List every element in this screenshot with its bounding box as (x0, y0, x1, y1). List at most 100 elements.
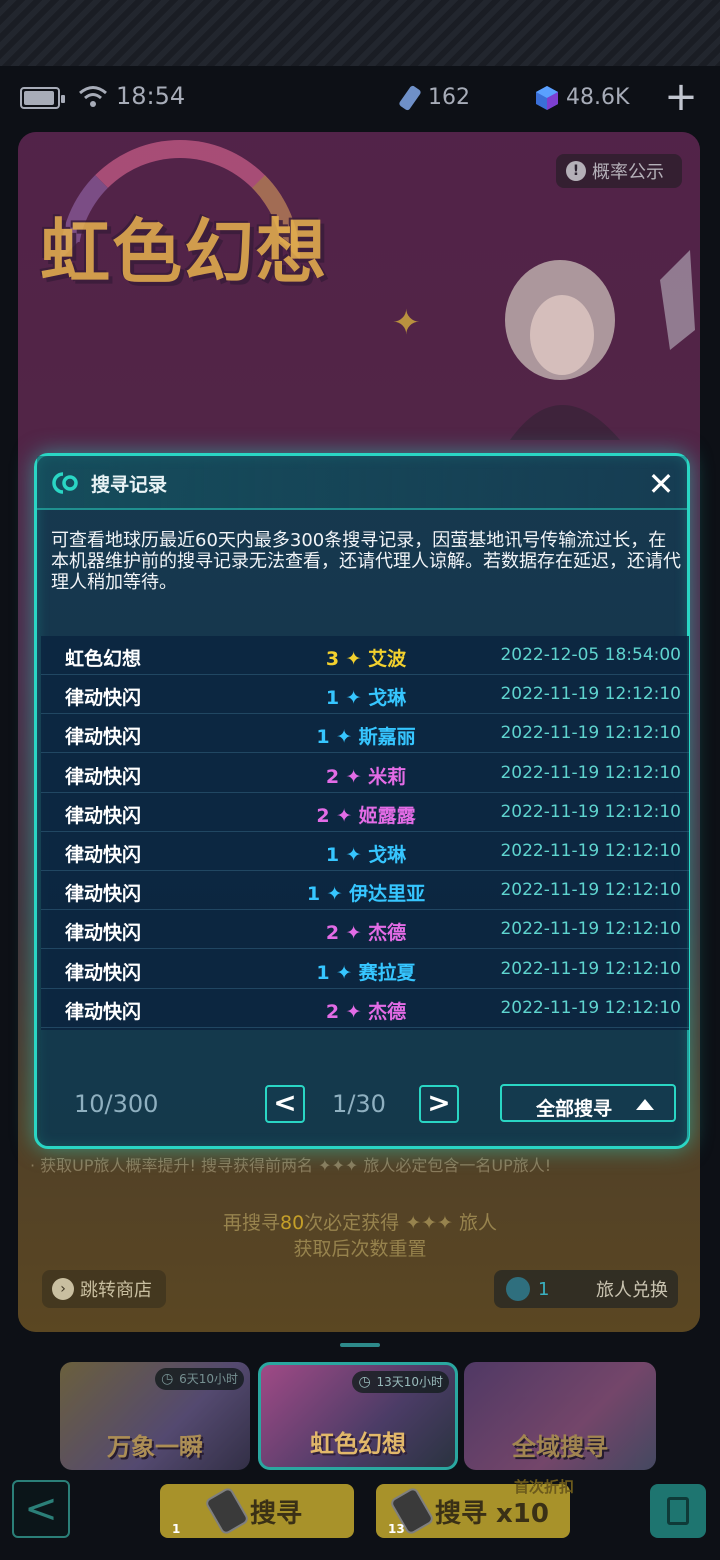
ticket-icon (203, 1486, 250, 1536)
record-result: 3 ✦ 艾波 (325, 648, 407, 670)
battery-icon (20, 87, 65, 109)
pity-prefix: 再搜寻 (222, 1212, 280, 1234)
dialog-title: 搜寻记录 (91, 474, 168, 496)
record-row: 律动快闪 1 ✦ 伊达里亚 2022-11-19 12:12:10 (41, 871, 689, 911)
add-currency-button[interactable]: + (664, 77, 698, 117)
ticket-count: 162 (428, 85, 470, 110)
pool-tab-2[interactable]: 13天10小时 虹色幻想 (258, 1362, 458, 1470)
record-pool: 律动快闪 (65, 844, 142, 866)
discount-badge: 首次折扣 (514, 1478, 575, 1496)
ticket-cost: 13 (388, 1522, 405, 1536)
record-result: 1 ✦ 戈琳 (325, 687, 407, 710)
pool-tabs-indicator (340, 1343, 380, 1347)
up-rate-info: · 获取UP旅人概率提升! 搜寻获得前两名 ✦✦✦ 旅人必定包含一名UP旅人! (30, 1156, 552, 1175)
record-row: 律动快闪 1 ✦ 戈琳 2022-11-19 12:12:10 (41, 832, 689, 871)
pool-tab-1[interactable]: 6天10小时 万象一瞬 (60, 1362, 250, 1470)
record-time: 2022-11-19 12:12:10 (500, 997, 681, 1018)
record-time: 2022-11-19 12:12:10 (500, 762, 681, 783)
pity-reset-note: 获取后次数重置 (293, 1238, 427, 1260)
record-pool: 律动快闪 (65, 687, 142, 710)
dialog-description: 可查看地球历最近60天内最多300条搜寻记录，因萤基地讯号传输流过长，在本机器维… (51, 530, 681, 593)
cube-gem-icon (536, 86, 558, 110)
search-once-button[interactable]: 1 搜寻 (160, 1484, 354, 1538)
record-time: 2022-11-19 12:12:10 (500, 880, 681, 901)
banner-title: 虹色幻想 (40, 211, 328, 293)
next-page-button[interactable]: > (419, 1085, 459, 1123)
record-time: 2022-11-19 12:12:10 (500, 684, 681, 705)
pool-tab-timer: 6天10小时 (155, 1368, 244, 1390)
record-pool: 律动快闪 (65, 804, 142, 827)
record-pool: 律动快闪 (65, 726, 142, 749)
record-row: 虹色幻想 3 ✦ 艾波 2022-12-05 18:54:00 (41, 636, 689, 675)
token-icon (506, 1277, 530, 1301)
ticket-cost: 1 (172, 1522, 181, 1536)
record-row: 律动快闪 2 ✦ 杰德 2022-11-19 12:12:10 (41, 989, 689, 1028)
game-logo-icon (52, 472, 78, 494)
filter-label: 全部搜寻 (536, 1098, 613, 1120)
exclamation-icon: ! (566, 161, 586, 181)
record-row: 律动快闪 1 ✦ 斯嘉丽 2022-11-19 12:12:10 (41, 714, 689, 754)
pool-tab-timer: 13天10小时 (352, 1371, 449, 1393)
record-pool: 律动快闪 (65, 765, 142, 788)
page-indicator: 1/30 (332, 1090, 386, 1118)
dialog-header: 搜寻记录 ✕ (37, 456, 687, 510)
exchange-count: 1 (538, 1278, 550, 1300)
pool-tab-label: 万象一瞬 (107, 1433, 203, 1461)
go-to-shop-button[interactable]: › 跳转商店 (42, 1270, 166, 1308)
record-row: 律动快闪 1 ✦ 赛拉夏 2022-11-19 12:12:10 (41, 950, 689, 989)
record-time: 2022-11-19 12:12:10 (500, 919, 681, 940)
record-time: 2022-11-19 12:12:10 (500, 958, 681, 979)
ticket-icon (399, 85, 421, 111)
record-pool: 律动快闪 (65, 961, 142, 984)
record-result: 1 ✦ 戈琳 (325, 844, 407, 866)
search-ten-label: 搜寻 x10 (434, 1498, 549, 1529)
record-row: 律动快闪 2 ✦ 米莉 2022-11-19 12:12:10 (41, 754, 689, 793)
traveler-exchange-button[interactable]: 1 旅人兑换 (494, 1270, 678, 1308)
record-time: 2022-11-19 12:12:10 (500, 841, 681, 861)
record-time: 2022-11-19 12:12:10 (500, 801, 681, 822)
search-records-dialog: 搜寻记录 ✕ 可查看地球历最近60天内最多300条搜寻记录，因萤基地讯号传输流过… (34, 453, 690, 1149)
record-time: 2022-12-05 18:54:00 (500, 645, 681, 665)
pool-tab-label: 全域搜寻 (512, 1433, 608, 1461)
pool-tab-3[interactable]: 全域搜寻 (464, 1362, 656, 1470)
pity-info: 再搜寻80次必定获得 ✦✦✦ 旅人 获取后次数重置 (0, 1210, 720, 1262)
pity-suffix: 次必定获得 ✦✦✦ 旅人 (304, 1212, 498, 1234)
record-pool: 虹色幻想 (65, 648, 142, 670)
record-pool: 律动快闪 (65, 1000, 142, 1023)
records-button[interactable] (650, 1484, 706, 1538)
prev-page-button[interactable]: < (265, 1085, 305, 1123)
probability-button[interactable]: ! 概率公示 (556, 154, 682, 188)
screen: 18:54 162 48.6K + 虹色幻想 ! 概率公示 ✦ · 获取UP旅人… (0, 0, 720, 1560)
close-button[interactable]: ✕ (641, 464, 681, 504)
exchange-button-label: 旅人兑换 (596, 1280, 668, 1301)
back-button[interactable]: < (12, 1480, 70, 1538)
shop-button-label: 跳转商店 (80, 1280, 152, 1301)
triangle-up-icon (636, 1099, 654, 1110)
record-result: 1 ✦ 赛拉夏 (316, 961, 416, 984)
wifi-icon (79, 86, 107, 107)
record-result: 2 ✦ 姬露露 (316, 804, 416, 827)
record-result: 1 ✦ 伊达里亚 (306, 883, 426, 906)
top-hatched-strip (0, 0, 720, 66)
arrow-right-icon: › (52, 1278, 74, 1300)
record-result: 2 ✦ 米莉 (325, 765, 407, 788)
record-row: 律动快闪 2 ✦ 杰德 2022-11-19 12:12:10 (41, 910, 689, 950)
record-result: 2 ✦ 杰德 (325, 922, 407, 945)
record-count: 10/300 (74, 1090, 159, 1118)
gem-count: 48.6K (566, 85, 630, 110)
document-icon (667, 1497, 689, 1525)
pity-count: 80 (279, 1212, 305, 1234)
clock-time: 18:54 (116, 82, 186, 110)
record-row: 律动快闪 2 ✦ 姬露露 2022-11-19 12:12:10 (41, 793, 689, 832)
status-bar: 18:54 162 48.6K + (0, 76, 720, 120)
pool-tab-label: 虹色幻想 (310, 1430, 406, 1458)
record-result: 1 ✦ 斯嘉丽 (316, 726, 416, 749)
record-time: 2022-11-19 12:12:10 (500, 723, 681, 744)
record-result: 2 ✦ 杰德 (325, 1000, 407, 1023)
character-illustration (505, 250, 695, 440)
records-list: 虹色幻想 3 ✦ 艾波 2022-12-05 18:54:00 律动快闪 1 ✦ 戈琳 2… (41, 636, 689, 1030)
sparkle-icon: ✦ (392, 303, 421, 343)
record-pool: 律动快闪 (65, 922, 142, 945)
record-row: 律动快闪 1 ✦ 戈琳 2022-11-19 12:12:10 (41, 675, 689, 715)
filter-dropdown-button[interactable]: 全部搜寻 (500, 1084, 676, 1122)
